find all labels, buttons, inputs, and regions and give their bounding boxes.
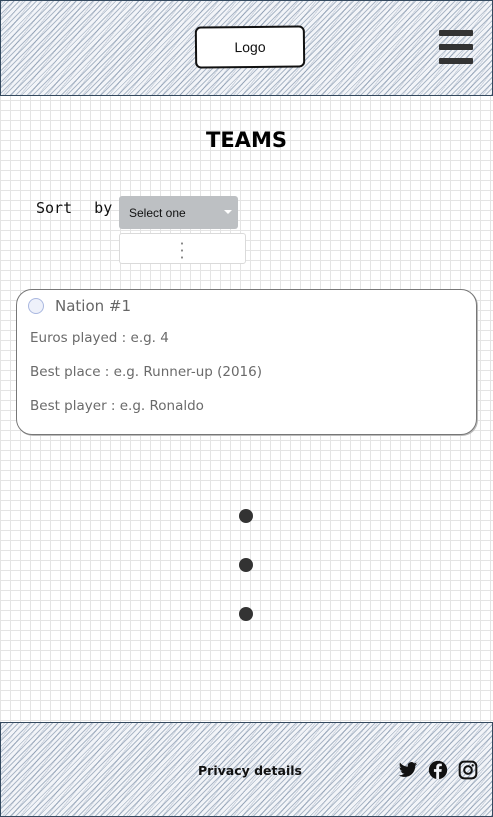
ellipsis-vertical-icon <box>239 607 253 621</box>
vertical-dots-icon <box>181 240 183 260</box>
ellipsis-vertical-icon <box>239 558 253 572</box>
site-footer: Privacy details <box>0 722 493 817</box>
privacy-details-link[interactable]: Privacy details <box>198 763 302 778</box>
radio-icon[interactable] <box>28 298 44 314</box>
team-card-title: Nation #1 <box>55 297 132 315</box>
twitter-icon[interactable] <box>398 760 418 780</box>
euros-played-text: Euros played : e.g. 4 <box>30 330 169 346</box>
sort-by-label: Sort by <box>36 199 113 217</box>
menu-bar <box>439 58 473 64</box>
menu-bar <box>439 44 473 50</box>
best-player-text: Best player : e.g. Ronaldo <box>30 398 204 414</box>
sort-select[interactable]: Select one <box>119 196 238 229</box>
best-place-text: Best place : e.g. Runner-up (2016) <box>30 364 262 380</box>
caret-down-icon <box>224 210 232 214</box>
page-title: TEAMS <box>206 128 287 152</box>
sort-options-list[interactable] <box>119 233 246 264</box>
ellipsis-vertical-icon <box>239 509 253 523</box>
logo[interactable]: Logo <box>194 25 306 69</box>
facebook-icon[interactable] <box>428 760 448 780</box>
site-header: Logo <box>0 0 493 96</box>
hamburger-menu-icon[interactable] <box>439 30 473 64</box>
instagram-icon[interactable] <box>458 760 478 780</box>
sort-select-value: Select one <box>129 205 186 220</box>
team-card[interactable]: Nation #1 Euros played : e.g. 4 Best pla… <box>16 289 477 435</box>
menu-bar <box>439 30 473 36</box>
